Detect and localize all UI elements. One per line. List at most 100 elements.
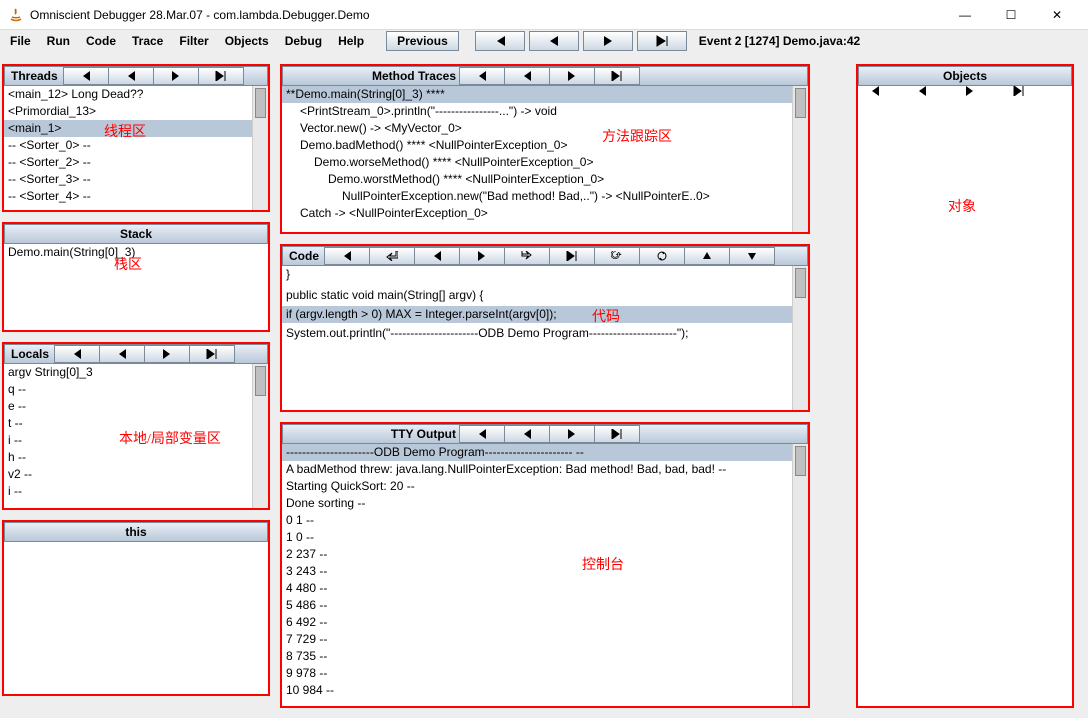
objects-last-button[interactable] [1013, 86, 1061, 106]
traces-list[interactable]: **Demo.main(String[0]_3) ****<PrintStrea… [282, 86, 792, 232]
traces-first-button[interactable] [459, 67, 505, 85]
nav-last-button[interactable] [637, 31, 687, 51]
threads-list[interactable]: <main_12> Long Dead??<Primordial_13><mai… [4, 86, 252, 210]
code-list[interactable]: } public static void main(String[] argv)… [282, 266, 792, 410]
list-item[interactable]: Starting QuickSort: 20 -- [282, 478, 792, 495]
list-item[interactable]: i -- [4, 432, 252, 449]
traces-prev-button[interactable] [504, 67, 550, 85]
locals-first-button[interactable] [54, 345, 100, 363]
tty-last-button[interactable] [594, 425, 640, 443]
list-item[interactable]: 8 735 -- [282, 648, 792, 665]
list-item[interactable]: -- <Sorter_4> -- [4, 188, 252, 205]
list-item[interactable]: 6 492 -- [282, 614, 792, 631]
list-item[interactable]: 5 486 -- [282, 597, 792, 614]
code-refresh-button[interactable] [594, 247, 640, 265]
menu-code[interactable]: Code [80, 32, 122, 50]
list-item[interactable]: q -- [4, 381, 252, 398]
list-item[interactable]: public static void main(String[] argv) { [282, 287, 792, 304]
list-item[interactable]: 7 729 -- [282, 631, 792, 648]
list-item[interactable]: <Primordial_13> [4, 103, 252, 120]
list-item[interactable]: 1 0 -- [282, 529, 792, 546]
close-button[interactable]: ✕ [1034, 0, 1080, 30]
code-prev-button[interactable] [414, 247, 460, 265]
list-item[interactable]: 2 237 -- [282, 546, 792, 563]
list-item[interactable]: **Demo.main(String[0]_3) **** [282, 86, 792, 103]
list-item[interactable]: Vector.new() -> <MyVector_0> [282, 120, 792, 137]
list-item[interactable]: argv String[0]_3 [4, 364, 252, 381]
list-item[interactable]: } [282, 266, 792, 283]
list-item[interactable]: ----------------------ODB Demo Program--… [282, 444, 792, 461]
list-item[interactable]: <main_1> [4, 120, 252, 137]
menu-trace[interactable]: Trace [126, 32, 169, 50]
list-item[interactable]: Done sorting -- [282, 495, 792, 512]
list-item[interactable]: v2 -- [4, 466, 252, 483]
locals-last-button[interactable] [189, 345, 235, 363]
nav-next-button[interactable] [583, 31, 633, 51]
list-item[interactable]: Catch -> <NullPointerException_0> [282, 205, 792, 222]
list-item[interactable]: <PrintStream_0>.println("---------------… [282, 103, 792, 120]
code-up-button[interactable] [684, 247, 730, 265]
minimize-button[interactable]: — [942, 0, 988, 30]
list-item[interactable]: if (argv.length > 0) MAX = Integer.parse… [282, 306, 792, 323]
objects-next-button[interactable] [965, 86, 1013, 106]
list-item[interactable]: -- <Sorter_0> -- [4, 137, 252, 154]
threads-prev-button[interactable] [108, 67, 154, 85]
traces-next-button[interactable] [549, 67, 595, 85]
threads-next-button[interactable] [153, 67, 199, 85]
code-first-button[interactable] [324, 247, 370, 265]
list-item[interactable]: 3 243 -- [282, 563, 792, 580]
code-down-button[interactable] [729, 247, 775, 265]
objects-list[interactable] [858, 108, 1072, 706]
tty-scrollbar[interactable] [792, 444, 808, 706]
list-item[interactable]: Demo.worstMethod() **** <NullPointerExce… [282, 171, 792, 188]
objects-prev-button[interactable] [917, 86, 965, 106]
code-last-button[interactable] [549, 247, 595, 265]
list-item[interactable]: -- <Sorter_2> -- [4, 154, 252, 171]
code-next-button[interactable] [459, 247, 505, 265]
list-item[interactable]: <main_12> Long Dead?? [4, 86, 252, 103]
nav-first-button[interactable] [475, 31, 525, 51]
list-item[interactable]: -- <Sorter_3> -- [4, 171, 252, 188]
traces-scrollbar[interactable] [792, 86, 808, 232]
tty-prev-button[interactable] [504, 425, 550, 443]
list-item[interactable]: i -- [4, 483, 252, 500]
menu-objects[interactable]: Objects [219, 32, 275, 50]
code-scrollbar[interactable] [792, 266, 808, 410]
list-item[interactable]: e -- [4, 398, 252, 415]
threads-scrollbar[interactable] [252, 86, 268, 210]
locals-scrollbar[interactable] [252, 364, 268, 508]
objects-first-button[interactable] [869, 86, 917, 106]
list-item[interactable]: 0 1 -- [282, 512, 792, 529]
list-item[interactable]: 4 480 -- [282, 580, 792, 597]
menu-file[interactable]: File [4, 32, 37, 50]
locals-list[interactable]: argv String[0]_3q --e --t --i --h --v2 -… [4, 364, 252, 508]
list-item[interactable]: Demo.badMethod() **** <NullPointerExcept… [282, 137, 792, 154]
list-item[interactable]: 10 984 -- [282, 682, 792, 699]
tty-first-button[interactable] [459, 425, 505, 443]
list-item[interactable]: A badMethod threw: java.lang.NullPointer… [282, 461, 792, 478]
code-reload-button[interactable] [639, 247, 685, 265]
threads-first-button[interactable] [63, 67, 109, 85]
stack-list[interactable]: Demo.main(String[0]_3) [4, 244, 268, 330]
list-item[interactable]: NullPointerException.new("Bad method! Ba… [282, 188, 792, 205]
list-item[interactable]: Demo.worseMethod() **** <NullPointerExce… [282, 154, 792, 171]
nav-prev-button[interactable] [529, 31, 579, 51]
code-stepout-button[interactable] [504, 247, 550, 265]
list-item[interactable]: 9 978 -- [282, 665, 792, 682]
threads-last-button[interactable] [198, 67, 244, 85]
tty-next-button[interactable] [549, 425, 595, 443]
menu-help[interactable]: Help [332, 32, 370, 50]
traces-last-button[interactable] [594, 67, 640, 85]
menu-debug[interactable]: Debug [279, 32, 328, 50]
this-list[interactable] [4, 542, 268, 694]
list-item[interactable]: System.out.println("--------------------… [282, 325, 792, 342]
code-return-button[interactable] [369, 247, 415, 265]
locals-next-button[interactable] [144, 345, 190, 363]
list-item[interactable]: h -- [4, 449, 252, 466]
menu-run[interactable]: Run [41, 32, 76, 50]
locals-prev-button[interactable] [99, 345, 145, 363]
maximize-button[interactable]: ☐ [988, 0, 1034, 30]
list-item[interactable]: t -- [4, 415, 252, 432]
list-item[interactable]: Demo.main(String[0]_3) [4, 244, 268, 261]
previous-button[interactable]: Previous [386, 31, 459, 51]
